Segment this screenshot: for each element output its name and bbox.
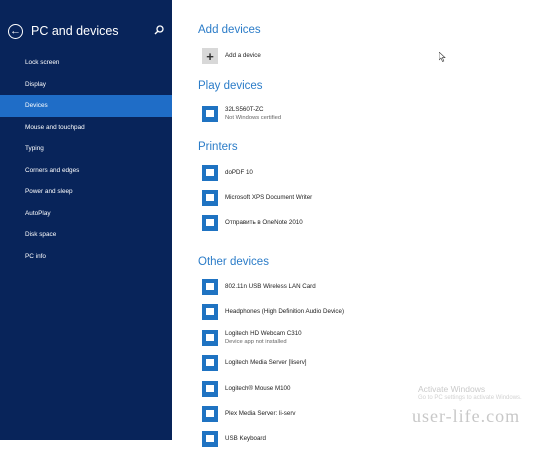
device-name: Microsoft XPS Document Writer <box>225 194 313 201</box>
device-name: Logitech HD Webcam C310 <box>225 330 302 337</box>
device-name: Headphones (High Definition Audio Device… <box>225 308 345 315</box>
printer-icon <box>202 190 218 206</box>
device-item[interactable]: doPDF 10 <box>202 162 253 184</box>
device-item[interactable]: 802.11n USB Wireless LAN Card <box>202 276 316 298</box>
sidebar-header: ← PC and devices <box>8 22 119 40</box>
usb-adapter-icon <box>202 279 218 295</box>
device-name: USB Keyboard <box>225 435 266 442</box>
add-device-button[interactable]: + Add a device <box>202 45 261 67</box>
device-item[interactable]: 32LS560T-ZC Not Windows certified <box>202 103 281 125</box>
device-status: Device app not installed <box>225 339 287 345</box>
sidebar: ← PC and devices Lock screen Display Dev… <box>0 0 172 440</box>
device-status: Not Windows certified <box>225 115 282 121</box>
sidebar-item-typing[interactable]: Typing <box>0 138 172 160</box>
device-item[interactable]: Logitech® Mouse M100 <box>202 378 290 400</box>
page-title: PC and devices <box>31 24 119 38</box>
device-name: doPDF 10 <box>225 169 253 176</box>
section-title-add-devices: Add devices <box>198 24 261 36</box>
printer-icon <box>202 215 218 231</box>
sidebar-item-pc-info[interactable]: PC info <box>0 246 172 268</box>
device-name: 32LS560T-ZC <box>225 106 264 113</box>
device-item[interactable]: USB Keyboard <box>202 428 266 450</box>
section-title-other-devices: Other devices <box>198 256 269 268</box>
add-device-label: Add a device <box>225 52 261 59</box>
device-name: 802.11n USB Wireless LAN Card <box>225 283 316 290</box>
monitor-icon <box>202 106 218 122</box>
device-name: Logitech® Mouse M100 <box>225 385 291 392</box>
sidebar-item-lock-screen[interactable]: Lock screen <box>0 52 172 74</box>
webcam-icon <box>202 330 218 346</box>
sidebar-item-power-and-sleep[interactable]: Power and sleep <box>0 181 172 203</box>
mouse-icon <box>202 381 218 397</box>
device-item[interactable]: Logitech Media Server [liserv] <box>202 352 307 374</box>
back-arrow-icon[interactable]: ← <box>8 23 23 39</box>
device-item[interactable]: Headphones (High Definition Audio Device… <box>202 301 344 323</box>
main-content: Add devices + Add a device Play devices … <box>172 0 550 447</box>
section-title-play-devices: Play devices <box>198 80 263 92</box>
speaker-icon <box>202 304 218 320</box>
sidebar-item-disk-space[interactable]: Disk space <box>0 224 172 246</box>
device-name: Plex Media Server: li-serv <box>225 410 296 417</box>
sidebar-nav: Lock screen Display Devices Mouse and to… <box>0 52 172 267</box>
media-server-icon <box>202 355 218 371</box>
sidebar-item-display[interactable]: Display <box>0 74 172 96</box>
sidebar-item-corners-and-edges[interactable]: Corners and edges <box>0 160 172 182</box>
device-name: Отправить в OneNote 2010 <box>225 219 303 226</box>
plus-icon: + <box>202 48 218 64</box>
device-item[interactable]: Microsoft XPS Document Writer <box>202 187 312 209</box>
device-item[interactable]: Отправить в OneNote 2010 <box>202 212 303 234</box>
section-title-printers: Printers <box>198 141 238 153</box>
search-icon[interactable] <box>153 24 165 36</box>
monitor-icon <box>202 406 218 422</box>
keyboard-icon <box>202 431 218 447</box>
mouse-pointer-icon <box>439 52 446 62</box>
activation-watermark-subtitle: Go to PC settings to activate Windows. <box>418 395 522 401</box>
device-item[interactable]: Logitech HD Webcam C310 Device app not i… <box>202 327 302 349</box>
device-name: Logitech Media Server [liserv] <box>225 359 307 366</box>
device-item[interactable]: Plex Media Server: li-serv <box>202 403 296 425</box>
sidebar-item-devices[interactable]: Devices <box>0 95 172 117</box>
activation-watermark-title: Activate Windows <box>418 384 486 394</box>
site-watermark: user-life.com <box>412 406 521 426</box>
sidebar-item-mouse-and-touchpad[interactable]: Mouse and touchpad <box>0 117 172 139</box>
printer-icon <box>202 165 218 181</box>
sidebar-item-autoplay[interactable]: AutoPlay <box>0 203 172 225</box>
